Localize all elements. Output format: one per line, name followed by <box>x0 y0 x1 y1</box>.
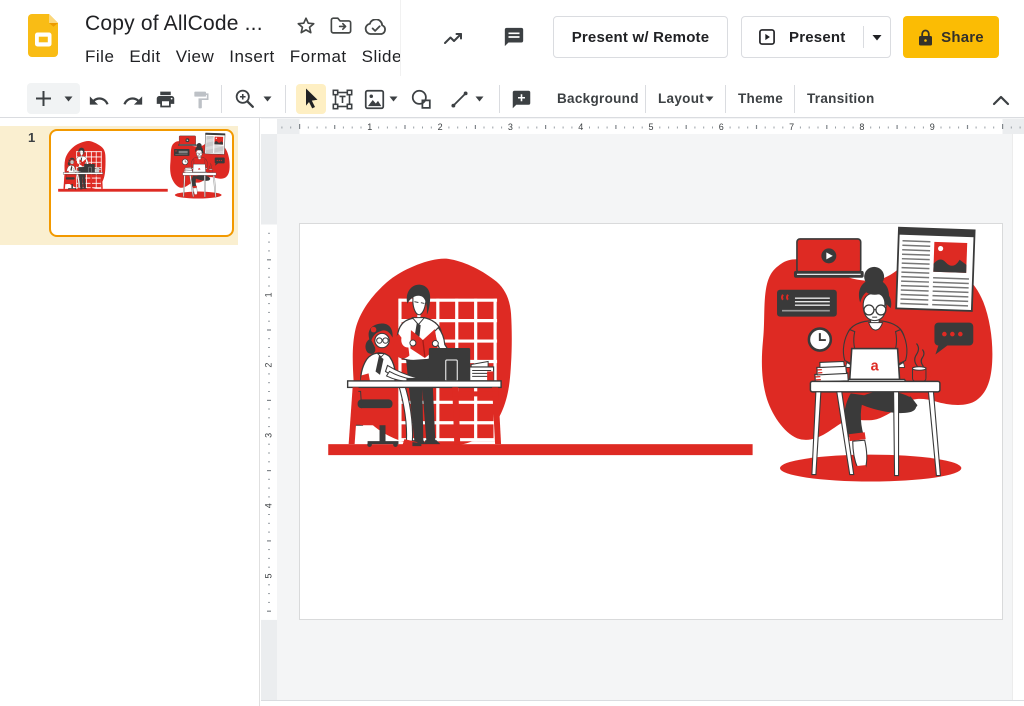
svg-text:9: 9 <box>930 122 935 132</box>
svg-text:1: 1 <box>263 292 273 297</box>
svg-text:7: 7 <box>789 122 794 132</box>
svg-text:5: 5 <box>263 573 273 578</box>
svg-text:4: 4 <box>578 122 583 132</box>
svg-text:5: 5 <box>648 122 653 132</box>
svg-text:4: 4 <box>263 503 273 508</box>
svg-text:1: 1 <box>367 122 372 132</box>
svg-text:3: 3 <box>263 433 273 438</box>
svg-text:6: 6 <box>719 122 724 132</box>
svg-text:2: 2 <box>263 363 273 368</box>
svg-text:8: 8 <box>859 122 864 132</box>
svg-text:3: 3 <box>508 122 513 132</box>
svg-text:2: 2 <box>438 122 443 132</box>
